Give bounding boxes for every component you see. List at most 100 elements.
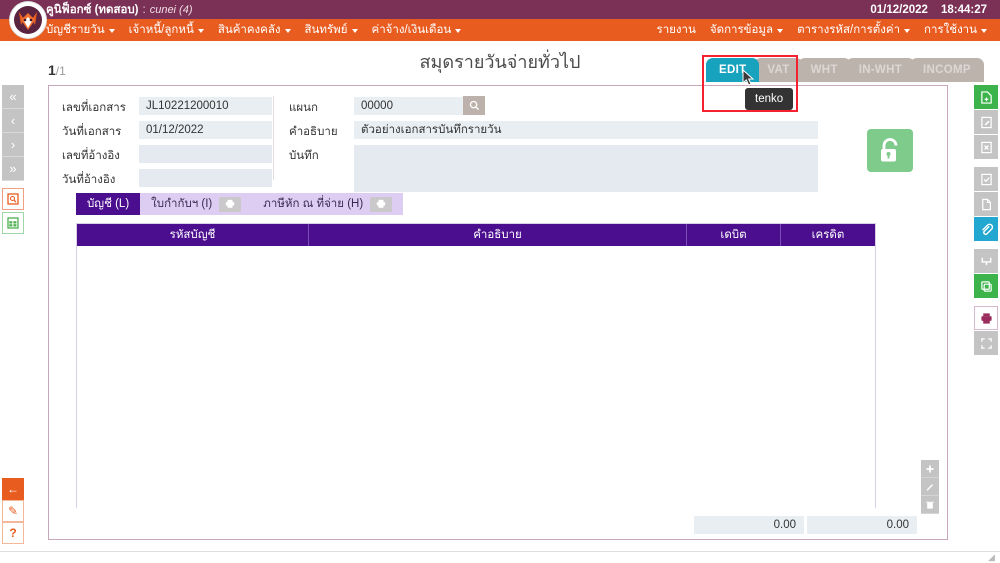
record-navigation-rail: «‹ ›»	[2, 85, 24, 181]
approve-document-icon-glyph	[980, 173, 992, 185]
table-column-header-0[interactable]: รหัสบัญชี	[77, 224, 309, 246]
field-label-0: เลขที่เอกสาร	[62, 102, 126, 114]
brand-separator: :	[142, 4, 146, 16]
field-input-right-2[interactable]	[354, 145, 818, 192]
form-column-divider	[273, 96, 274, 180]
plus-icon[interactable]	[921, 460, 939, 478]
menu-item-label: ตารางรหัส/การตั้งค่า	[797, 24, 901, 36]
fullscreen-icon[interactable]	[974, 331, 998, 355]
utility-menu-item-3[interactable]: การใช้งาน	[924, 21, 987, 39]
double-chevron-right-icon[interactable]: »	[2, 157, 24, 181]
chevron-down-icon	[197, 29, 204, 33]
chevron-right-icon[interactable]: ›	[2, 133, 24, 157]
print-icon[interactable]	[219, 196, 242, 212]
utility-menu-item-2[interactable]: ตารางรหัส/การตั้งค่า	[797, 21, 911, 39]
pin-icon[interactable]: ✎	[2, 500, 24, 522]
table-grid-icon[interactable]	[2, 212, 24, 234]
menu-item-0[interactable]: บัญชีรายวัน	[46, 21, 115, 39]
approve-document-icon[interactable]	[974, 167, 998, 191]
print-icon-glyph	[980, 312, 992, 324]
field-input-2[interactable]	[139, 145, 272, 163]
action-tab-wht[interactable]: WHT	[797, 58, 851, 82]
print-glyph	[377, 199, 386, 208]
chevron-left-icon[interactable]: ‹	[2, 109, 24, 133]
print-icon[interactable]	[370, 196, 393, 212]
edit-document-icon[interactable]	[974, 110, 998, 134]
field-label-1: วันที่เอกสาร	[62, 126, 122, 138]
utility-menu: รายงาน จัดการข้อมูล ตารางรหัส/การตั้งค่า กา…	[657, 19, 987, 41]
menu-item-label: สินค้าคงคลัง	[217, 24, 281, 36]
menu-item-3[interactable]: สินทรัพย์	[305, 21, 358, 39]
mouse-cursor	[742, 68, 755, 92]
menu-item-4[interactable]: ค่าจ้าง/เงินเดือน	[372, 21, 462, 39]
table-header-row: รหัสบัญชี คำอธิบาย เดบิต เครดิต	[77, 224, 875, 246]
totals-row: 0.00 0.00	[694, 516, 917, 534]
search-icon	[469, 100, 479, 111]
pencil-icon[interactable]	[921, 478, 939, 496]
chevron-down-icon	[108, 29, 115, 33]
sub-tab-0[interactable]: บัญชี (L)	[76, 193, 141, 215]
document-panel: เลขที่เอกสาร JL10221200010 วันที่เอกสาร 01/…	[48, 85, 948, 540]
menu-item-2[interactable]: สินค้าคงคลัง	[218, 21, 291, 39]
row-action-tools	[921, 460, 939, 514]
action-tab-in-wht[interactable]: IN-WHT	[845, 58, 916, 82]
fullscreen-icon-glyph	[980, 337, 992, 349]
duplicate-icon-glyph	[980, 280, 992, 292]
attachment-icon[interactable]	[974, 217, 998, 241]
field-input-right-0[interactable]: 00000	[354, 97, 469, 115]
sub-tab-label: บัญชี (L)	[87, 198, 130, 210]
rail-spacer	[974, 299, 998, 306]
menu-item-label: เจ้าหนี้/ลูกหนี้	[128, 24, 194, 36]
table-column-header-1[interactable]: คำอธิบาย	[309, 224, 687, 246]
delete-document-icon-glyph	[980, 141, 992, 153]
chevron-down-icon	[904, 29, 911, 33]
menu-item-label: รายงาน	[656, 24, 696, 36]
new-document-icon[interactable]	[974, 85, 998, 109]
table-column-header-2[interactable]: เดบิต	[687, 224, 781, 246]
sub-tab-label: ใบกำกับฯ (I)	[151, 198, 213, 210]
delete-document-icon[interactable]	[974, 135, 998, 159]
help-icon[interactable]: ?	[2, 522, 24, 544]
ledger-icon[interactable]	[974, 249, 998, 273]
clock-area: 01/12/2022 18:44:27	[870, 1, 987, 19]
search-document-icon[interactable]	[2, 188, 24, 210]
edit-document-icon-glyph	[980, 116, 992, 128]
trash-icon[interactable]	[921, 496, 939, 514]
print-icon[interactable]	[974, 306, 998, 330]
utility-menu-item-1[interactable]: จัดการข้อมูล	[710, 21, 784, 39]
menu-item-1[interactable]: เจ้าหนี้/ลูกหนี้	[129, 21, 204, 39]
left-tools-rail	[2, 188, 24, 236]
menu-bar: บัญชีรายวัน เจ้าหนี้/ลูกหนี้ สินค้าคงคลัง ส…	[0, 19, 1000, 41]
action-tab-incomp[interactable]: INCOMP	[910, 58, 984, 82]
attachment-icon-glyph	[981, 223, 993, 235]
department-search-button[interactable]	[463, 96, 485, 115]
field-label-3: วันที่อ้างอิง	[62, 174, 116, 186]
field-input-3[interactable]	[139, 169, 272, 187]
utility-menu-item-0[interactable]: รายงาน	[657, 21, 696, 39]
back-arrow-icon[interactable]: ←	[2, 478, 24, 500]
chevron-down-icon	[284, 29, 291, 33]
field-input-0[interactable]: JL10221200010	[139, 97, 272, 115]
action-tab-vat[interactable]: VAT	[754, 58, 803, 82]
search-document-icon	[7, 193, 19, 205]
unlock-icon	[881, 137, 898, 161]
menu-item-label: ค่าจ้าง/เงินเดือน	[371, 24, 452, 36]
brand-area: คูนิฟ็อกซ์ (ทดสอบ) : cunei (4)	[46, 1, 193, 19]
sub-tab-1[interactable]: ใบกำกับฯ (I)	[140, 193, 253, 215]
table-body[interactable]	[77, 246, 875, 508]
chevron-down-icon	[981, 29, 987, 33]
sub-tab-label: ภาษีหัก ณ ที่จ่าย (H)	[263, 198, 364, 210]
field-input-right-1[interactable]: ตัวอย่างเอกสารบันทึกรายวัน	[354, 121, 818, 139]
document-lock-status[interactable]	[867, 129, 913, 172]
window-resize-handle[interactable]: ◢	[988, 552, 998, 562]
main-menu: บัญชีรายวัน เจ้าหนี้/ลูกหนี้ สินค้าคงคลัง ส…	[46, 19, 462, 41]
duplicate-icon[interactable]	[974, 274, 998, 298]
field-input-1[interactable]: 01/12/2022	[139, 121, 272, 139]
double-chevron-left-icon[interactable]: «	[2, 85, 24, 109]
sub-tab-2[interactable]: ภาษีหัก ณ ที่จ่าย (H)	[252, 193, 404, 215]
table-column-header-3[interactable]: เครดิต	[781, 224, 875, 246]
app-logo	[10, 2, 46, 38]
current-date: 01/12/2022	[870, 4, 928, 16]
field-label-2: เลขที่อ้างอิง	[62, 150, 120, 162]
copy-document-icon[interactable]	[974, 192, 998, 216]
